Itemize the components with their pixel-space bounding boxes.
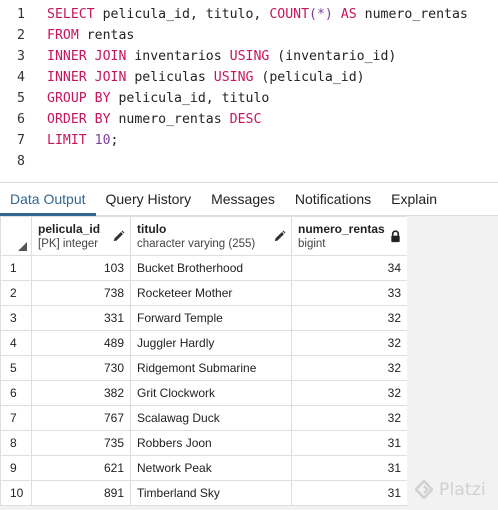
table-row[interactable]: 7 767 Scalawag Duck 32	[0, 405, 408, 431]
row-number[interactable]: 6	[0, 380, 32, 406]
cell-numero-rentas[interactable]: 34	[291, 255, 408, 281]
table-row[interactable]: 1 103 Bucket Brotherhood 34	[0, 255, 408, 281]
cell-titulo[interactable]: Grit Clockwork	[130, 380, 292, 406]
cell-titulo[interactable]: Juggler Hardly	[130, 330, 292, 356]
cell-titulo[interactable]: Forward Temple	[130, 305, 292, 331]
cell-numero-rentas[interactable]: 32	[291, 305, 408, 331]
line-number: 5	[17, 91, 25, 106]
tab-query-history[interactable]: Query History	[96, 183, 202, 215]
tab-messages[interactable]: Messages	[201, 183, 285, 215]
tab-notifications[interactable]: Notifications	[285, 183, 381, 215]
corner-triangle-icon	[18, 242, 27, 251]
table-row[interactable]: 4 489 Juggler Hardly 32	[0, 330, 408, 356]
row-number[interactable]: 5	[0, 355, 32, 381]
cell-pelicula-id[interactable]: 621	[31, 455, 131, 481]
results-table: pelicula_id [PK] integer titulo characte…	[0, 216, 408, 506]
cell-numero-rentas[interactable]: 32	[291, 405, 408, 431]
table-row[interactable]: 10 891 Timberland Sky 31	[0, 480, 408, 506]
cell-pelicula-id[interactable]: 738	[31, 280, 131, 306]
results-grid: pelicula_id [PK] integer titulo characte…	[0, 216, 498, 510]
table-row[interactable]: 3 331 Forward Temple 32	[0, 305, 408, 331]
line-number: 3	[17, 49, 25, 64]
column-header-numero-rentas[interactable]: numero_rentas bigint	[291, 216, 408, 256]
row-number[interactable]: 9	[0, 455, 32, 481]
table-row[interactable]: 5 730 Ridgemont Submarine 32	[0, 355, 408, 381]
line-number: 4	[17, 70, 25, 85]
code-line: INNER JOIN peliculas USING (pelicula_id)	[47, 70, 365, 85]
code-line: GROUP BY pelicula_id, titulo	[47, 91, 270, 106]
line-number: 6	[17, 112, 25, 127]
cell-pelicula-id[interactable]: 735	[31, 430, 131, 456]
cell-pelicula-id[interactable]: 767	[31, 405, 131, 431]
grid-empty-area	[407, 216, 498, 510]
sql-editor[interactable]: 1 2 3 4 5 6 7 8 SELECT pelicula_id, titu…	[0, 0, 498, 182]
row-number[interactable]: 3	[0, 305, 32, 331]
cell-titulo[interactable]: Ridgemont Submarine	[130, 355, 292, 381]
row-number[interactable]: 7	[0, 405, 32, 431]
cell-titulo[interactable]: Rocketeer Mother	[130, 280, 292, 306]
cell-pelicula-id[interactable]: 103	[31, 255, 131, 281]
row-number[interactable]: 2	[0, 280, 32, 306]
line-number: 7	[17, 133, 25, 148]
cell-numero-rentas[interactable]: 32	[291, 355, 408, 381]
results-tab-bar: Data Output Query History Messages Notif…	[0, 182, 498, 216]
cell-numero-rentas[interactable]: 31	[291, 430, 408, 456]
cell-pelicula-id[interactable]: 382	[31, 380, 131, 406]
cell-titulo[interactable]: Timberland Sky	[130, 480, 292, 506]
pencil-icon[interactable]	[112, 230, 125, 243]
table-row[interactable]: 2 738 Rocketeer Mother 33	[0, 280, 408, 306]
platzi-watermark: Platzi	[414, 478, 486, 502]
line-number: 8	[17, 154, 25, 169]
tab-explain[interactable]: Explain	[381, 183, 447, 215]
code-line: INNER JOIN inventarios USING (inventario…	[47, 49, 397, 64]
select-all-corner[interactable]	[0, 216, 32, 256]
line-number: 2	[17, 28, 25, 43]
row-number[interactable]: 10	[0, 480, 32, 506]
code-line: FROM rentas	[47, 28, 135, 43]
cell-titulo[interactable]: Bucket Brotherhood	[130, 255, 292, 281]
cell-pelicula-id[interactable]: 891	[31, 480, 131, 506]
column-header-titulo[interactable]: titulo character varying (255)	[130, 216, 292, 256]
cell-pelicula-id[interactable]: 730	[31, 355, 131, 381]
code-line: SELECT pelicula_id, titulo, COUNT(*) AS …	[47, 7, 468, 22]
row-number[interactable]: 4	[0, 330, 32, 356]
cell-titulo[interactable]: Network Peak	[130, 455, 292, 481]
cell-titulo[interactable]: Scalawag Duck	[130, 405, 292, 431]
cell-numero-rentas[interactable]: 33	[291, 280, 408, 306]
pencil-icon[interactable]	[273, 230, 286, 243]
code-line: LIMIT 10;	[47, 133, 119, 148]
tab-data-output[interactable]: Data Output	[0, 183, 96, 216]
cell-pelicula-id[interactable]: 489	[31, 330, 131, 356]
row-number[interactable]: 8	[0, 430, 32, 456]
header-row: pelicula_id [PK] integer titulo characte…	[0, 216, 408, 256]
code-line: ORDER BY numero_rentas DESC	[47, 112, 262, 127]
table-row[interactable]: 8 735 Robbers Joon 31	[0, 430, 408, 456]
cell-numero-rentas[interactable]: 32	[291, 330, 408, 356]
table-row[interactable]: 9 621 Network Peak 31	[0, 455, 408, 481]
cell-numero-rentas[interactable]: 32	[291, 380, 408, 406]
column-header-pelicula-id[interactable]: pelicula_id [PK] integer	[31, 216, 131, 256]
column-name: titulo	[137, 222, 167, 236]
table-row[interactable]: 6 382 Grit Clockwork 32	[0, 380, 408, 406]
cell-numero-rentas[interactable]: 31	[291, 480, 408, 506]
column-type: character varying (255)	[137, 238, 256, 250]
lock-icon	[391, 230, 400, 243]
platzi-logo-icon	[414, 480, 434, 500]
cell-pelicula-id[interactable]: 331	[31, 305, 131, 331]
row-number[interactable]: 1	[0, 255, 32, 281]
sql-code[interactable]: SELECT pelicula_id, titulo, COUNT(*) AS …	[47, 4, 498, 172]
cell-numero-rentas[interactable]: 31	[291, 455, 408, 481]
watermark-text: Platzi	[439, 480, 486, 500]
line-number: 1	[17, 7, 25, 22]
cell-titulo[interactable]: Robbers Joon	[130, 430, 292, 456]
line-number-gutter: 1 2 3 4 5 6 7 8	[0, 4, 38, 172]
